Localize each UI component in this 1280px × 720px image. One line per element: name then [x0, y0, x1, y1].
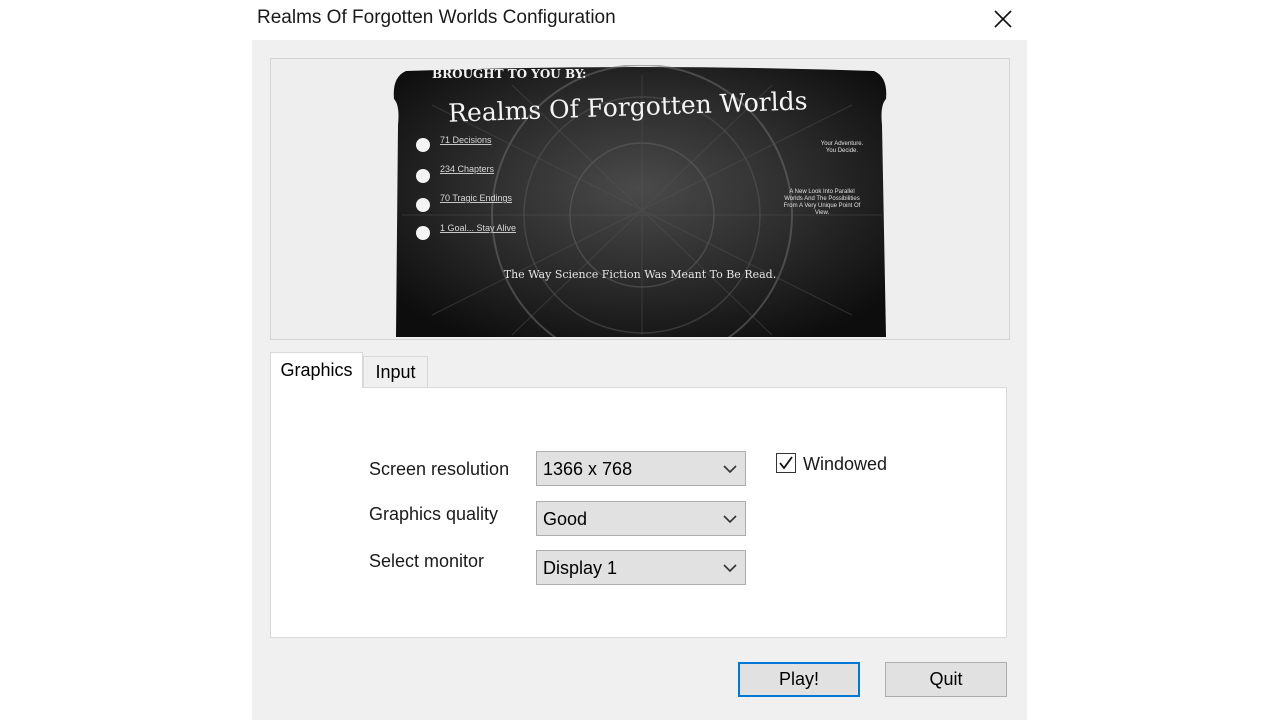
window-title: Realms Of Forgotten Worlds Configuration	[257, 7, 616, 28]
side-note-line: You Decide.	[826, 148, 858, 154]
tab-input[interactable]: Input	[363, 356, 428, 388]
graphics-panel: Screen resolution 1366 x 768 Graphics qu…	[270, 387, 1007, 638]
side-note-line: A New Look Into Parallel	[789, 189, 854, 195]
banner-tagline: The Way Science Fiction Was Meant To Be …	[504, 268, 776, 281]
bullet-text: 70 Tragic Endings	[440, 193, 513, 203]
play-button-label: Play!	[778, 669, 820, 689]
bullet-text: 1 Goal... Stay Alive	[440, 223, 516, 233]
banner-image: BROUGHT TO YOU BY: Realms Of Forgotten W…	[393, 65, 887, 337]
banner-side-note-1: Your Adventure. You Decide.	[821, 141, 864, 154]
graphics-quality-select[interactable]: Good	[536, 501, 746, 536]
side-note-line: Your Adventure.	[821, 141, 864, 147]
bullet-text: 234 Chapters	[440, 164, 495, 174]
graphics-quality-value: Good	[543, 509, 588, 529]
screen-resolution-value: 1366 x 768	[543, 459, 633, 479]
checkmark-icon	[779, 456, 793, 470]
screen-resolution-select[interactable]: 1366 x 768	[536, 451, 746, 486]
chevron-down-icon	[723, 564, 737, 573]
tab-graphics-label: Graphics	[280, 360, 353, 380]
close-button[interactable]	[979, 0, 1027, 38]
quit-button-label: Quit	[929, 669, 963, 689]
side-note-line: Worlds And The Possibilities	[784, 196, 859, 202]
config-window: Realms Of Forgotten Worlds Configuration	[252, 0, 1027, 720]
title-bar: Realms Of Forgotten Worlds Configuration	[252, 0, 1027, 40]
side-note-line: View.	[815, 210, 830, 216]
side-note-line: From A Very Unique Point Of	[784, 203, 861, 209]
bullet-text: 71 Decisions	[440, 135, 492, 145]
banner-frame: BROUGHT TO YOU BY: Realms Of Forgotten W…	[270, 58, 1010, 340]
chevron-down-icon	[723, 465, 737, 474]
chevron-down-icon	[723, 515, 737, 524]
windowed-checkbox[interactable]	[776, 453, 796, 473]
banner-header: BROUGHT TO YOU BY:	[432, 67, 586, 81]
select-monitor-select[interactable]: Display 1	[536, 550, 746, 585]
graphics-quality-label: Graphics quality	[369, 504, 499, 524]
select-monitor-value: Display 1	[543, 558, 618, 578]
select-monitor-label: Select monitor	[369, 551, 485, 571]
tab-input-label: Input	[375, 362, 416, 382]
tab-graphics[interactable]: Graphics	[270, 352, 363, 388]
screen-resolution-label: Screen resolution	[369, 459, 510, 479]
play-button[interactable]: Play!	[738, 662, 860, 697]
close-icon	[994, 10, 1012, 28]
quit-button[interactable]: Quit	[885, 662, 1007, 697]
windowed-label: Windowed	[803, 454, 888, 474]
